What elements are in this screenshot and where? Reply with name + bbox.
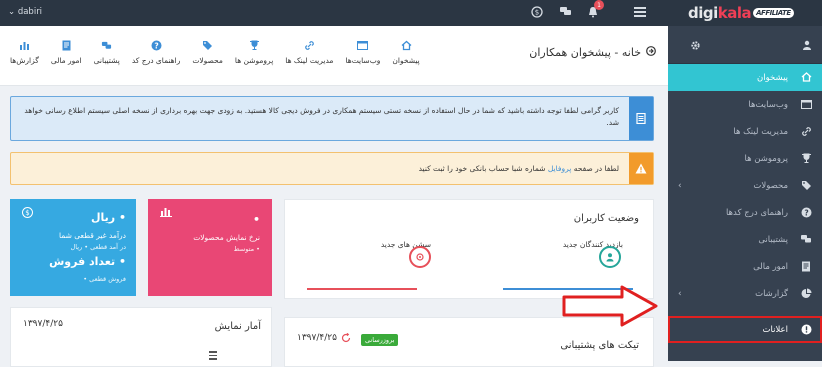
display-stats-title: آمار نمایش [214, 321, 261, 332]
display-rate-tile: • نرخ نمایش محصولات • متوسط [148, 199, 272, 296]
svg-text:?: ? [154, 41, 158, 50]
info-doc-icon [636, 113, 646, 124]
display-rate-avg: • متوسط [233, 245, 260, 253]
chevron-left-icon: ‹ [678, 180, 682, 191]
topbar-icons: $ 1 [530, 0, 604, 19]
home-icon [800, 71, 812, 83]
user-status-title: وضعیت کاربران [573, 213, 639, 224]
arrow-circle-icon[interactable] [646, 46, 656, 59]
nav-finance[interactable]: امور مالی [51, 40, 82, 65]
tag-icon [800, 179, 812, 191]
nav-promotions[interactable]: پروموشن ها [235, 40, 273, 65]
list-icon [209, 351, 217, 360]
help-icon: ? [151, 40, 162, 51]
link-icon [305, 41, 314, 50]
nav-reports[interactable]: گزارش‌ها [10, 40, 39, 65]
tickets-title: تیکت های پشتیبانی [560, 340, 639, 351]
final-income: در آمد قطعی • ریال [70, 243, 126, 251]
browser-icon [357, 41, 369, 50]
info-alert-text: کاربر گرامی لطفا توجه داشته باشید که شما… [24, 106, 619, 127]
sidebar-item-support[interactable]: پشتیبانی [668, 226, 822, 253]
top-bar: ⌄ dabiri $ 1 digikala AFFILIATE [0, 0, 822, 26]
display-rate-value: • [252, 213, 260, 226]
info-alert-icon-box [629, 97, 653, 140]
sidebar-item-reports[interactable]: ‹ گزارشات [668, 280, 822, 307]
sidebar-item-links[interactable]: مدیریت لینک ها [668, 118, 822, 145]
income-label: درآمد غیر قطعی شما [59, 231, 126, 240]
home-icon [401, 40, 412, 51]
warning-alert-icon-box [629, 153, 653, 184]
hamburger-icon[interactable] [634, 7, 646, 19]
profile-link[interactable]: پروفایل [548, 164, 572, 173]
logo[interactable]: digikala AFFILIATE [688, 4, 794, 22]
nav-dashboard[interactable]: پیشخوان [392, 40, 420, 65]
tag-icon [203, 41, 213, 50]
nav-products[interactable]: محصولات [192, 40, 223, 65]
display-stats-date: ۱۳۹۷/۴/۲۵ [23, 319, 63, 329]
messages-icon[interactable] [558, 5, 572, 19]
user-name: dabiri [17, 7, 43, 17]
bar-chart-icon [160, 207, 172, 220]
trophy-icon [800, 152, 812, 164]
sidebar-item-dashboard[interactable]: پیشخوان [668, 64, 822, 91]
sidebar-item-finance[interactable]: امور مالی [668, 253, 822, 280]
notification-badge: 1 [594, 0, 604, 10]
nav-websites[interactable]: وب‌سایت‌ها [345, 40, 380, 65]
final-sales: فروش قطعی • [83, 275, 126, 283]
update-badge[interactable]: بروزرسانی [361, 334, 399, 346]
tickets-date: ۱۳۹۷/۴/۲۵ [297, 333, 337, 343]
sessions-progress [307, 288, 417, 290]
user-icon[interactable] [802, 40, 812, 53]
svg-text:$: $ [535, 9, 539, 17]
income-rial: • ریال [91, 211, 126, 224]
help-icon: ? [800, 206, 812, 218]
chat-icon [102, 41, 112, 49]
trophy-icon [249, 40, 259, 50]
annotation-arrow-icon [562, 285, 658, 327]
doc-icon [800, 260, 812, 272]
quick-nav: پیشخوان وب‌سایت‌ها مدیریت لینک ها پروموش… [10, 40, 420, 65]
display-rate-label: نرخ نمایش محصولات [193, 233, 260, 242]
gear-icon[interactable] [690, 40, 701, 54]
sidebar-item-products[interactable]: ‹ محصولات [668, 172, 822, 199]
sales-count: • تعداد فروش [49, 255, 126, 268]
sidebar: پیشخوان وب‌سایت‌ها مدیریت لینک ها پروموش… [668, 26, 822, 361]
nav-links[interactable]: مدیریت لینک ها [285, 40, 333, 65]
warning-icon [635, 163, 647, 174]
warning-alert-text: لطفا در صفحه پروفایل شماره شبا حساب بانک… [418, 164, 619, 173]
user-status-panel: وضعیت کاربران بازدید کنندگان جدید سشن ها… [284, 199, 654, 299]
sidebar-item-promotions[interactable]: پروموشن ها [668, 145, 822, 172]
chart-icon [800, 287, 812, 299]
nav-code-guide[interactable]: ? راهنمای درج کد [132, 40, 180, 65]
info-alert: کاربر گرامی لطفا توجه داشته باشید که شما… [10, 96, 654, 141]
link-icon [800, 125, 812, 137]
display-stats-panel: آمار نمایش ۱۳۹۷/۴/۲۵ [10, 307, 272, 367]
dollar-circle-icon: $ [22, 207, 33, 218]
sessions-circle-icon [409, 246, 431, 268]
page-header: خانه - پیشخوان همکاران پیشخوان وب‌سایت‌ه… [0, 26, 668, 86]
user-circle-icon [599, 246, 621, 268]
income-tile: $ • ریال درآمد غیر قطعی شما در آمد قطعی … [10, 199, 136, 296]
chevron-down-icon: ⌄ [8, 7, 16, 17]
warning-alert: لطفا در صفحه پروفایل شماره شبا حساب بانک… [10, 152, 654, 185]
page-title: خانه - پیشخوان همکاران [529, 46, 656, 59]
sidebar-item-websites[interactable]: وب‌سایت‌ها [668, 91, 822, 118]
dollar-icon[interactable]: $ [530, 5, 544, 19]
browser-icon [800, 98, 812, 110]
doc-icon [62, 40, 71, 51]
refresh-icon[interactable] [341, 332, 351, 346]
annotation-highlight-box [668, 316, 822, 343]
svg-text:?: ? [804, 208, 808, 217]
user-menu[interactable]: ⌄ dabiri [8, 7, 42, 17]
bar-chart-icon [19, 42, 29, 50]
chat-icon [800, 233, 812, 245]
bell-icon[interactable]: 1 [586, 0, 604, 19]
sidebar-header [668, 26, 822, 64]
nav-support[interactable]: پشتیبانی [94, 40, 120, 65]
sidebar-item-code-guide[interactable]: راهنمای درج کدها ? [668, 199, 822, 226]
chevron-left-icon: ‹ [678, 288, 682, 299]
